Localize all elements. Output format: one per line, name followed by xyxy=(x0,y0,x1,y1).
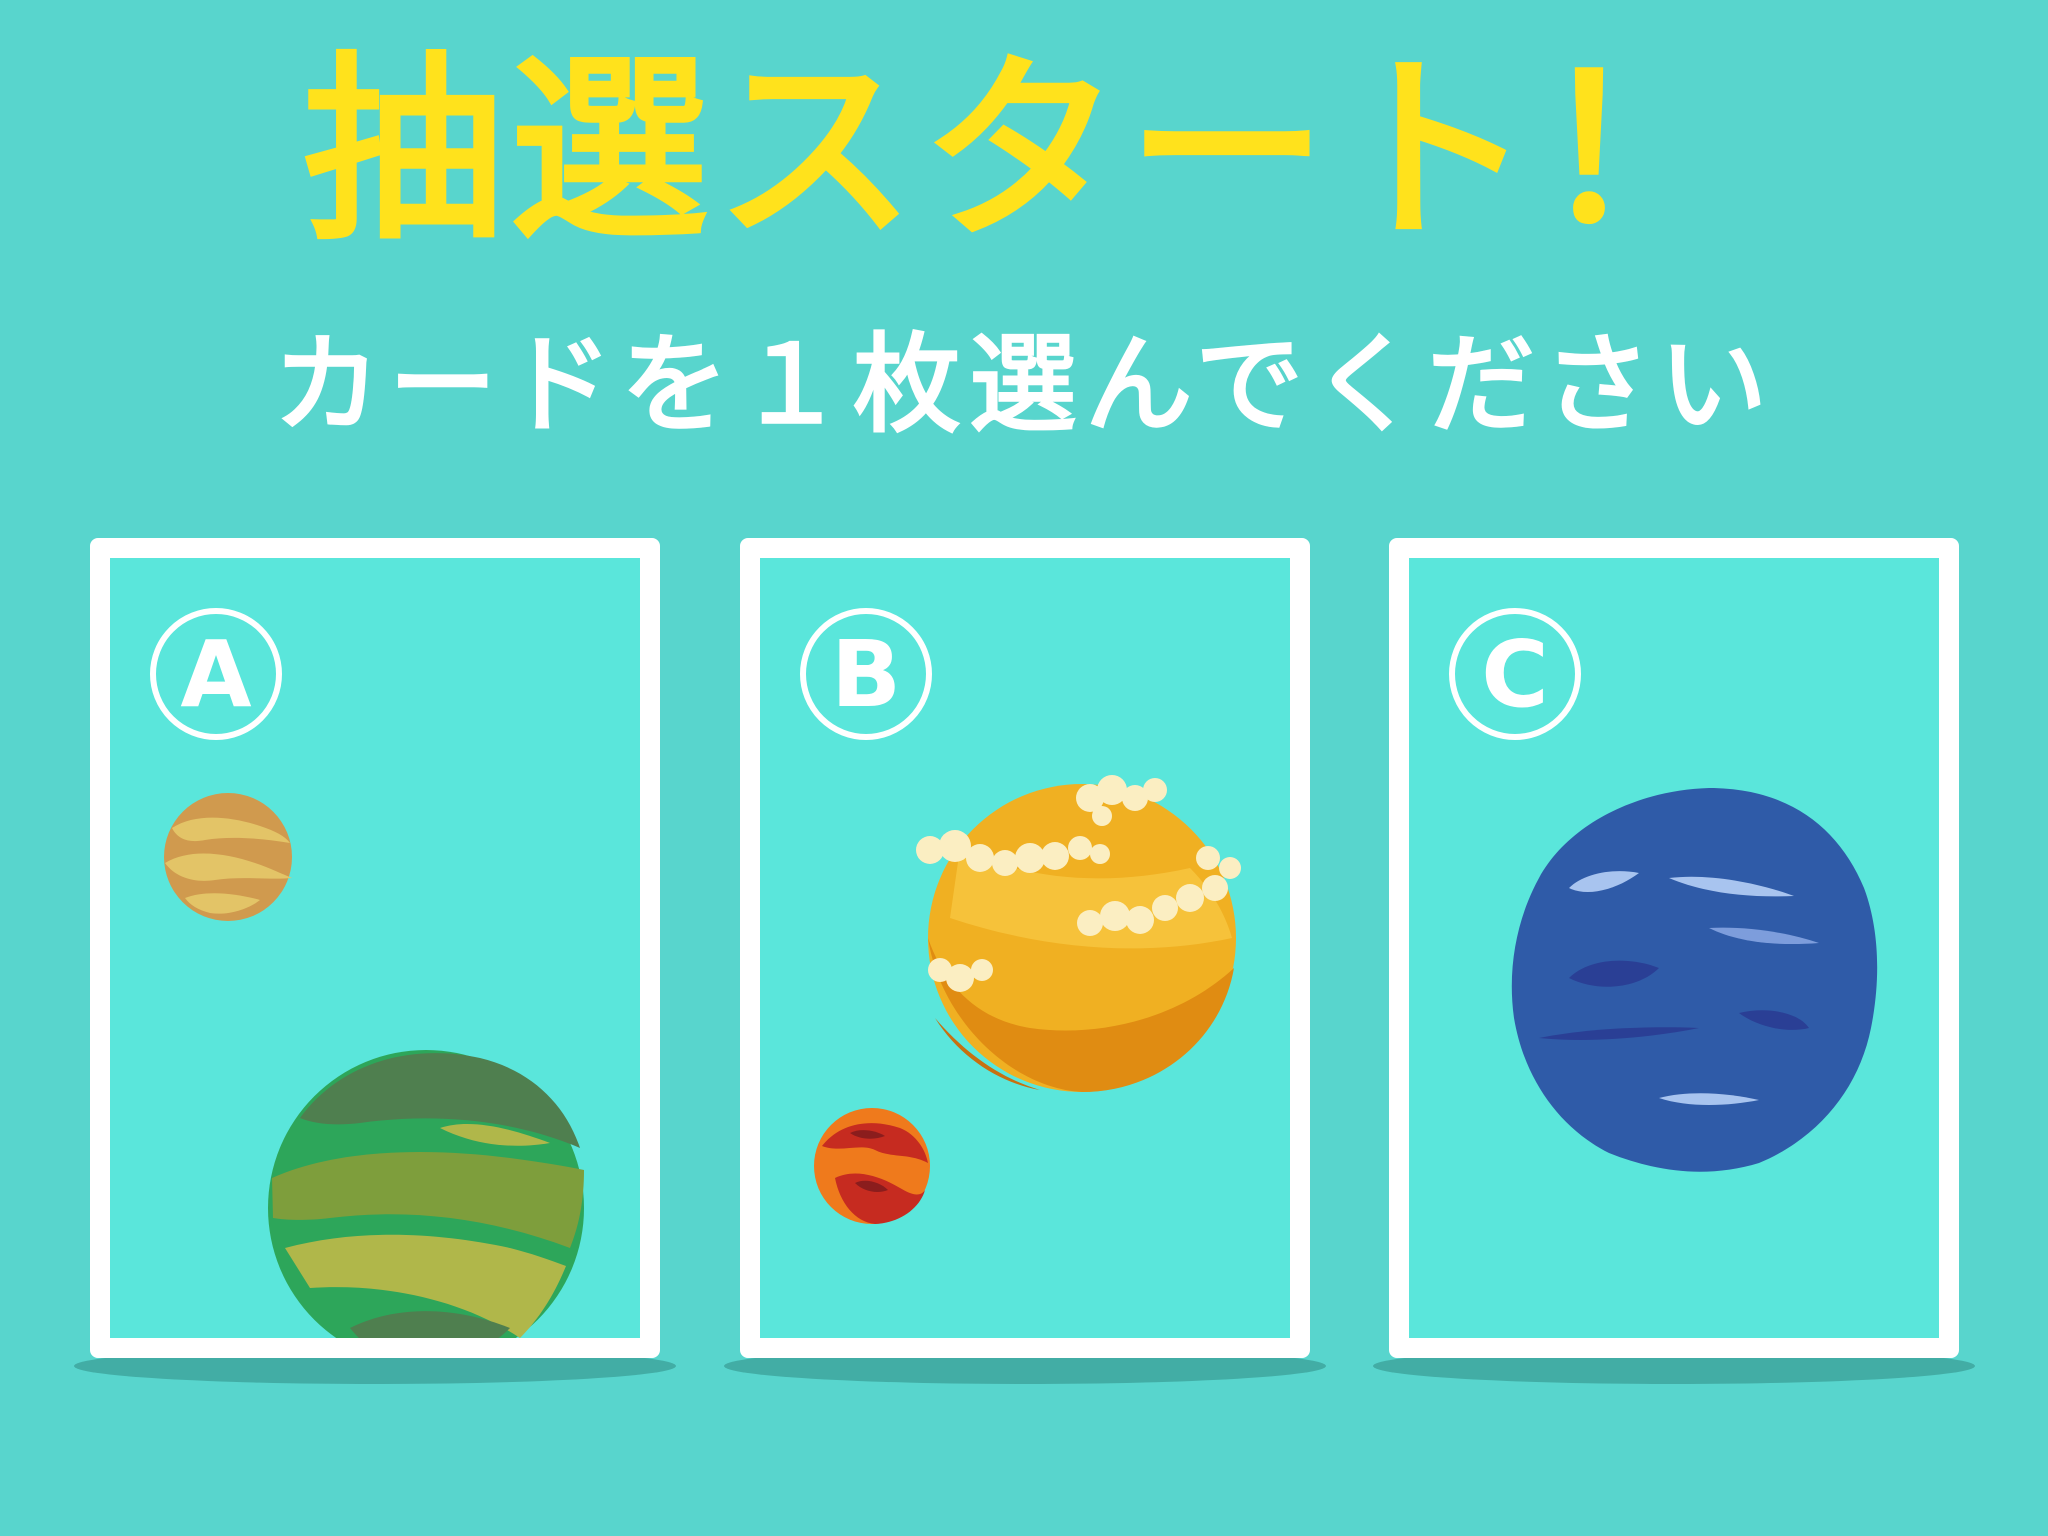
red-lava-planet-icon xyxy=(814,1108,930,1224)
card-b-wrapper: B xyxy=(724,538,1326,1392)
instruction-text: カードを１枚選んでください xyxy=(272,323,1776,448)
green-striped-planet-icon xyxy=(268,1050,584,1338)
blue-planet-icon xyxy=(1511,788,1878,1172)
card-c[interactable]: C xyxy=(1389,538,1959,1358)
page-title: 抽選スタート！ xyxy=(302,35,1745,268)
card-b-label: B xyxy=(800,608,932,740)
card-b[interactable]: B xyxy=(740,538,1310,1358)
card-c-label: C xyxy=(1449,608,1581,740)
card-a[interactable]: A xyxy=(90,538,660,1358)
card-a-wrapper: A xyxy=(74,538,676,1392)
card-c-wrapper: C xyxy=(1373,538,1975,1392)
yellow-cloudy-planet-icon xyxy=(916,775,1241,1092)
small-tan-planet-icon xyxy=(164,793,292,921)
card-a-label: A xyxy=(150,608,282,740)
